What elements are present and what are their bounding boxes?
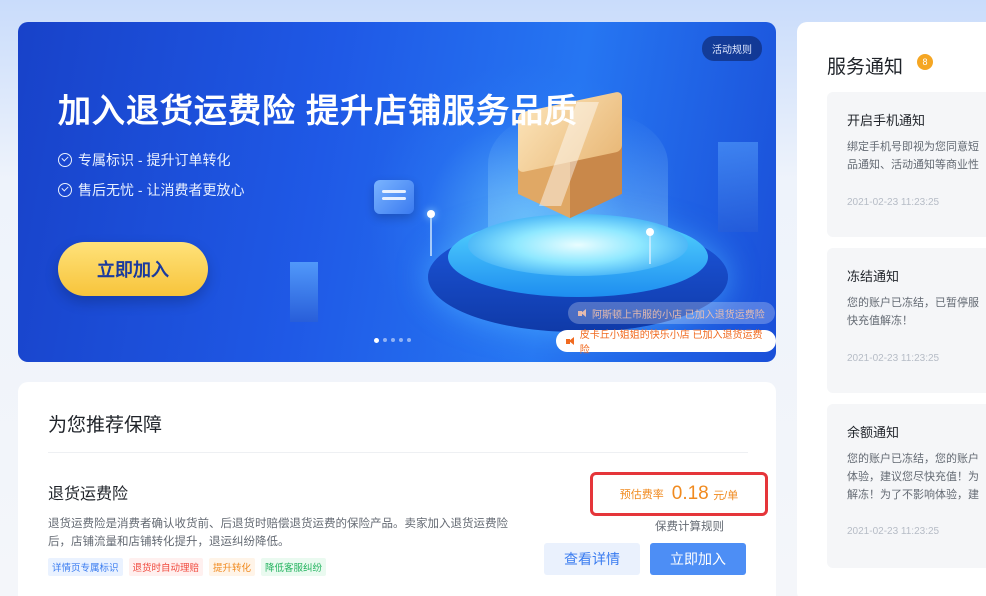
join-now-button[interactable]: 立即加入 <box>650 543 746 575</box>
rate-value: 0.18 <box>671 483 709 504</box>
notice-card[interactable]: 冻结通知 您的账户已冻结，已暂停服 快充值解冻！ 2021-02-23 11:2… <box>827 248 986 393</box>
join-ticker: 皮卡丘小姐姐的快乐小店 已加入退货运费险 <box>556 330 776 356</box>
notice-time: 2021-02-23 11:23:25 <box>847 353 940 364</box>
estimated-rate-highlight: 预估费率 0.18 元/单 <box>590 472 768 516</box>
carousel-dot[interactable] <box>383 338 387 342</box>
deco-cube-right <box>718 142 758 232</box>
notice-card[interactable]: 开启手机通知 绑定手机号即视为您同意短 品通知、活动通知等商业性 2021-02… <box>827 92 986 237</box>
speaker-icon <box>566 336 575 346</box>
speaker-icon <box>578 308 587 318</box>
banner-join-button[interactable]: 立即加入 <box>58 242 208 296</box>
activity-rules-button[interactable]: 活动规则 <box>702 36 762 61</box>
tag: 降低客服纠纷 <box>261 558 327 576</box>
notice-title: 冻结通知 <box>847 269 900 284</box>
tag: 退货时自动理赔 <box>128 558 204 576</box>
view-details-button[interactable]: 查看详情 <box>544 543 640 575</box>
feature-label: 专属标识 - 提升订单转化 <box>78 152 231 168</box>
promo-banner[interactable]: 加入退货运费险 提升店铺服务品质 专属标识 - 提升订单转化 售后无忧 - 让消… <box>18 22 776 362</box>
notice-time: 2021-02-23 11:23:25 <box>847 526 940 537</box>
panel-title: 服务通知 <box>827 57 904 78</box>
rate-label: 预估费率 <box>619 489 664 501</box>
notice-title: 开启手机通知 <box>847 113 926 128</box>
tag: 详情页专属标识 <box>48 558 123 576</box>
ticker-text: 皮卡丘小姐姐的快乐小店 已加入退货运费险 <box>579 330 763 356</box>
pin-stem <box>430 216 432 256</box>
notice-title: 余额通知 <box>847 425 900 440</box>
rate-unit: 元/单 <box>713 490 739 502</box>
recommend-card: 为您推荐保障 退货运费险 退货运费险是消费者确认收货前、后退货时赔偿退货运费的保… <box>18 382 776 596</box>
service-notice-panel: 服务通知 8 开启手机通知 绑定手机号即视为您同意短 品通知、活动通知等商业性 … <box>797 22 986 596</box>
notice-card[interactable]: 余额通知 您的账户已冻结，您的账户 体验，建议您尽快充值！为 解冻！为了不影响体… <box>827 404 986 568</box>
feature-label: 售后无忧 - 让消费者更放心 <box>78 182 245 198</box>
light-pin-icon <box>646 228 654 236</box>
feature-item: 售后无忧 - 让消费者更放心 <box>58 180 244 200</box>
banner-title: 加入退货运费险 提升店铺服务品质 <box>58 92 579 129</box>
notice-body: 绑定手机号即视为您同意短 品通知、活动通知等商业性 <box>847 141 979 171</box>
notice-body: 您的账户已冻结，您的账户 体验，建议您尽快充值！为 解冻！为了不影响体验，建 <box>847 453 979 501</box>
pin-stem <box>649 234 651 264</box>
carousel-dot[interactable] <box>407 338 411 342</box>
section-title: 为您推荐保障 <box>48 415 163 436</box>
carousel-dots <box>374 338 411 343</box>
light-pin-icon <box>427 210 435 218</box>
join-ticker: 阿斯顿上市服的小店 已加入退货运费险 <box>568 302 775 324</box>
chat-bubble-icon <box>374 180 414 214</box>
insurance-description: 退货运费险是消费者确认收货前、后退货时赔偿退货运费的保险产品。卖家加入退货运费险… <box>48 518 508 548</box>
rate-value-group: 0.18 元/单 <box>672 483 739 505</box>
deco-cube-left <box>290 262 318 322</box>
feature-item: 专属标识 - 提升订单转化 <box>58 150 230 170</box>
platform-top <box>468 214 688 276</box>
tag: 提升转化 <box>209 558 256 576</box>
ticker-text: 阿斯顿上市服的小店 已加入退货运费险 <box>592 309 765 321</box>
notice-count-badge: 8 <box>917 54 933 70</box>
premium-calc-rules-link[interactable]: 保费计算规则 <box>655 518 724 534</box>
carousel-dot[interactable] <box>399 338 403 342</box>
feature-tags: 详情页专属标识 退货时自动理赔 提升转化 降低客服纠纷 <box>48 558 327 576</box>
insurance-name: 退货运费险 <box>48 486 129 503</box>
check-circle-icon <box>58 183 72 197</box>
check-circle-icon <box>58 153 72 167</box>
notice-body: 您的账户已冻结，已暂停服 快充值解冻！ <box>847 297 979 327</box>
carousel-dot[interactable] <box>374 338 379 343</box>
notice-time: 2021-02-23 11:23:25 <box>847 197 940 208</box>
carousel-dot[interactable] <box>391 338 395 342</box>
divider <box>48 452 748 453</box>
